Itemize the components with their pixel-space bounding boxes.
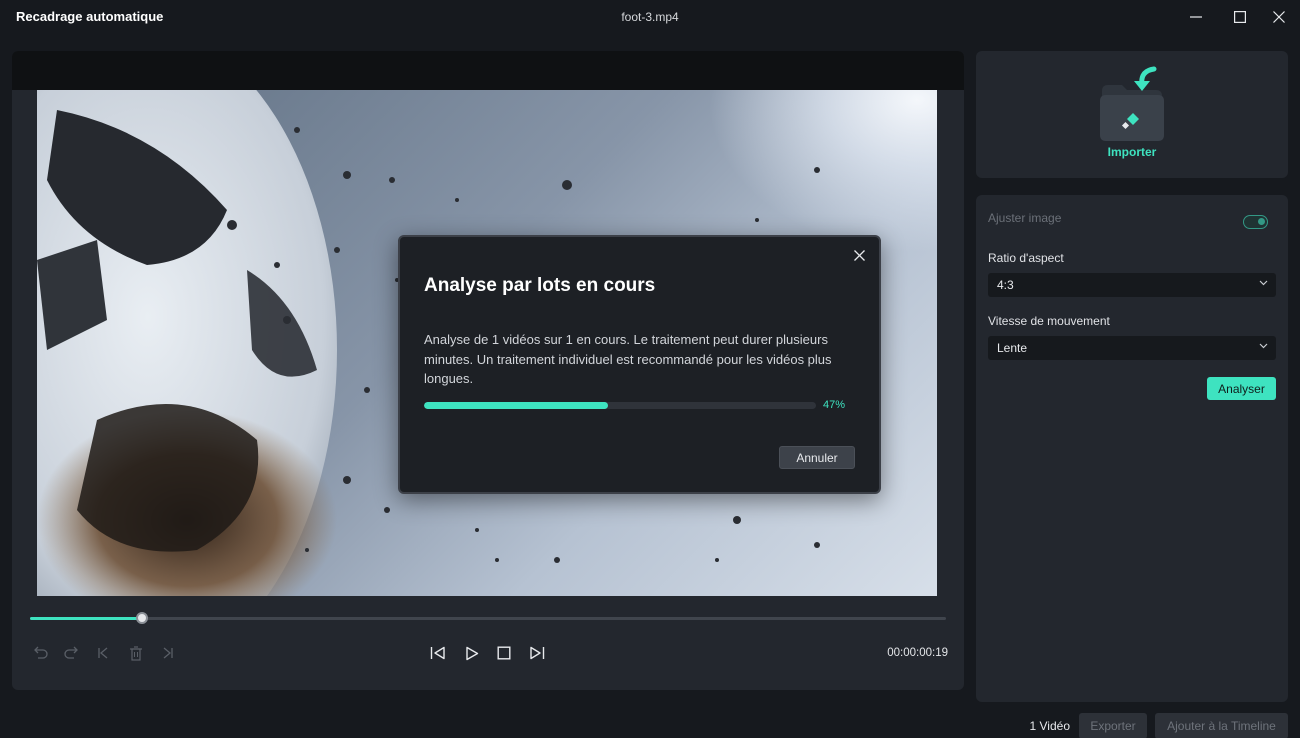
dialog-close-button[interactable] [849, 245, 869, 265]
stop-button[interactable] [493, 642, 515, 664]
add-to-timeline-button[interactable]: Ajouter à la Timeline [1155, 713, 1288, 738]
minimize-button[interactable] [1184, 6, 1208, 28]
trash-icon [130, 645, 142, 661]
play-icon [466, 646, 479, 660]
video-count: 1 Vidéo [1029, 719, 1070, 733]
timecode: 00:00:00:19 [887, 647, 948, 659]
cancel-button[interactable]: Annuler [779, 446, 855, 469]
close-icon [853, 249, 865, 261]
aspect-ratio-select[interactable]: 4:3 [988, 273, 1276, 297]
chevron-down-icon [1259, 343, 1268, 349]
go-to-start-button[interactable] [92, 642, 114, 664]
previous-frame-icon [430, 646, 445, 660]
import-folder-icon [1100, 66, 1164, 141]
play-button[interactable] [461, 642, 483, 664]
redo-button[interactable] [61, 642, 83, 664]
analyze-button[interactable]: Analyser [1207, 377, 1276, 400]
playhead-handle[interactable] [135, 612, 148, 624]
motion-speed-value: Lente [997, 341, 1028, 355]
maximize-icon [1234, 11, 1246, 23]
progress-fill [424, 402, 609, 409]
app-title: Recadrage automatique [16, 9, 164, 24]
motion-speed-select[interactable]: Lente [988, 336, 1276, 360]
maximize-button[interactable] [1228, 6, 1252, 28]
dialog-title: Analyse par lots en cours [424, 275, 656, 296]
go-to-end-button[interactable] [157, 642, 179, 664]
dialog-message: Analyse de 1 vidéos sur 1 en cours. Le t… [424, 332, 832, 386]
minimize-icon [1190, 16, 1202, 18]
adjust-image-toggle[interactable] [1243, 215, 1268, 229]
close-window-button[interactable] [1267, 6, 1291, 28]
letterbox-bar [12, 51, 964, 90]
redo-icon [64, 646, 78, 659]
settings-panel: Ajuster image Ratio d'aspect 4:3 Vitesse… [976, 195, 1288, 702]
analysis-progress-bar [424, 402, 816, 409]
previous-frame-button[interactable] [427, 642, 449, 664]
progress-percent: 47% [823, 399, 846, 411]
aspect-ratio-label: Ratio d'aspect [988, 251, 1064, 265]
aspect-ratio-value: 4:3 [997, 278, 1014, 292]
undo-button[interactable] [29, 642, 51, 664]
seek-bar[interactable] [30, 612, 946, 624]
chevron-down-icon [1259, 280, 1268, 286]
stop-icon [497, 646, 511, 660]
close-icon [1273, 11, 1285, 23]
file-name: foot-3.mp4 [621, 10, 679, 24]
skip-end-icon [163, 647, 173, 659]
motion-speed-label: Vitesse de mouvement [988, 314, 1110, 328]
next-frame-icon [530, 646, 545, 660]
seek-progress [30, 617, 142, 620]
export-button[interactable]: Exporter [1079, 713, 1147, 738]
undo-icon [34, 646, 48, 659]
toggle-knob [1258, 218, 1265, 225]
import-label: Importer [1107, 145, 1157, 159]
import-button[interactable]: Importer [976, 51, 1288, 178]
adjust-image-label: Ajuster image [988, 211, 1062, 225]
batch-analysis-dialog: Analyse par lots en cours Analyse de 1 v… [398, 235, 881, 494]
next-frame-button[interactable] [526, 642, 548, 664]
preview-panel: Analyse par lots en cours Analyse de 1 v… [12, 51, 964, 690]
title-bar: Recadrage automatique foot-3.mp4 [0, 0, 1300, 34]
delete-button[interactable] [125, 642, 147, 664]
skip-start-icon [98, 647, 108, 659]
